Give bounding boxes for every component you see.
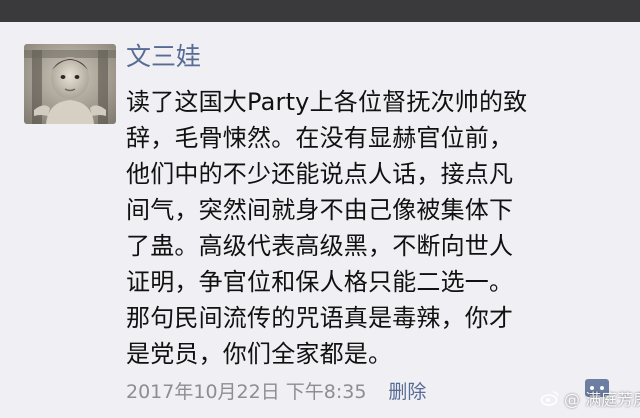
post-content-line: 是党员，你们全家都是。: [126, 340, 393, 368]
post-content-line: 间气，突然间就身不由己像被集体下: [126, 196, 514, 224]
status-bar: [0, 0, 640, 22]
post-content-line: 证明，争官位和保人格只能二选一。: [126, 268, 514, 296]
watermark: @ 满庭芳房: [540, 386, 640, 410]
post-content: 读了这国大Party上各位督抚次帅的致 辞，毛骨悚然。在没有显赫官位前， 他们中…: [126, 84, 622, 372]
post-content-line: 了蛊。高级代表高级黑，不断向世人: [126, 232, 514, 260]
post-content-line: 读了这国大Party上各位督抚次帅的致: [126, 88, 528, 116]
post-content-line: 他们中的不少还能说点人话，接点凡: [126, 160, 514, 188]
post-content-line: 那句民间流传的咒语真是毒辣，你才: [126, 304, 514, 332]
author-name[interactable]: 文三娃: [126, 40, 201, 74]
post-content-line: 辞，毛骨悚然。在没有显赫官位前，: [126, 124, 514, 152]
delete-button[interactable]: 删除: [388, 377, 426, 404]
post-timestamp: 2017年10月22日 下午8:35: [126, 380, 367, 403]
weibo-logo-icon: [540, 391, 559, 406]
watermark-text: @ 满庭芳房: [564, 390, 640, 409]
post-meta: 2017年10月22日 下午8:35 删除: [126, 376, 426, 404]
avatar-photo-icon: [24, 44, 116, 124]
avatar[interactable]: [24, 44, 116, 124]
